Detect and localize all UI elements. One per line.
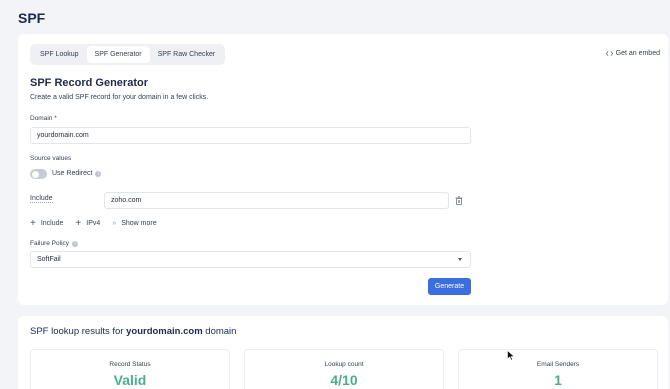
- stat-label: Email Senders: [536, 361, 580, 368]
- results-title-prefix: SPF lookup results for: [30, 326, 127, 337]
- use-redirect-label-row: Use Redirect i: [52, 170, 102, 177]
- show-more-button[interactable]: » Show more: [112, 220, 156, 227]
- code-icon: [605, 51, 613, 56]
- stat-label: Lookup count: [324, 361, 364, 368]
- results-title-suffix: domain: [202, 326, 237, 337]
- include-input[interactable]: zoho.com: [104, 192, 449, 209]
- tab-spf-raw-checker[interactable]: SPF Raw Checker: [150, 46, 224, 63]
- show-more-label: Show more: [121, 220, 157, 227]
- get-embed-link[interactable]: Get an embed: [605, 50, 660, 57]
- info-icon: i: [95, 170, 102, 177]
- stat-label: Record Status: [109, 361, 151, 368]
- generator-description: Create a valid SPF record for your domai…: [30, 94, 209, 101]
- failure-policy-label: Failure Policy: [30, 240, 70, 247]
- source-values-label: Source values: [30, 155, 72, 162]
- stat-lookup-count: Lookup count 4/10: [244, 349, 444, 389]
- domain-input[interactable]: yourdomain.com: [30, 127, 471, 144]
- use-redirect-label: Use Redirect: [52, 170, 93, 177]
- failure-policy-label-row: Failure Policy i: [30, 240, 79, 247]
- generator-title: SPF Record Generator: [30, 77, 148, 89]
- plus-icon: +: [30, 218, 36, 229]
- generate-button[interactable]: Generate: [428, 278, 471, 295]
- tab-spf-lookup[interactable]: SPF Lookup: [32, 46, 87, 63]
- results-title: SPF lookup results for yourdomain.com do…: [30, 326, 236, 337]
- stat-email-senders: Email Senders 1: [458, 349, 658, 389]
- add-ipv4-button[interactable]: + IPv4: [75, 218, 101, 229]
- stat-value: Valid: [113, 372, 147, 388]
- page-title: SPF: [18, 10, 46, 26]
- stat-value: 1: [554, 372, 562, 388]
- results-card: SPF lookup results for yourdomain.com do…: [18, 316, 668, 389]
- tab-spf-generator[interactable]: SPF Generator: [86, 46, 150, 63]
- info-icon: i: [72, 240, 79, 247]
- add-include-button[interactable]: + Include: [30, 218, 64, 229]
- include-label: Include: [30, 195, 53, 203]
- stat-record-status: Record Status Valid: [30, 349, 230, 389]
- results-domain: yourdomain.com: [126, 326, 203, 337]
- chevron-down-icon: [458, 258, 462, 261]
- get-embed-label: Get an embed: [615, 50, 660, 57]
- add-include-label: Include: [40, 220, 64, 227]
- add-ipv4-label: IPv4: [86, 220, 101, 227]
- failure-policy-value: SoftFail: [37, 256, 61, 263]
- domain-label: Domain *: [30, 115, 57, 122]
- use-redirect-toggle[interactable]: [30, 169, 47, 179]
- double-chevron-icon: »: [112, 220, 117, 227]
- failure-policy-select[interactable]: SoftFail: [30, 251, 471, 268]
- plus-icon: +: [75, 218, 82, 229]
- tab-bar: SPF Lookup SPF Generator SPF Raw Checker: [30, 44, 226, 65]
- trash-icon[interactable]: [455, 196, 463, 205]
- stat-value: 4/10: [330, 372, 358, 388]
- generator-card: SPF Lookup SPF Generator SPF Raw Checker…: [18, 34, 668, 305]
- add-source-row: + Include + IPv4 » Show more: [30, 218, 157, 229]
- mouse-cursor-icon: [507, 350, 515, 361]
